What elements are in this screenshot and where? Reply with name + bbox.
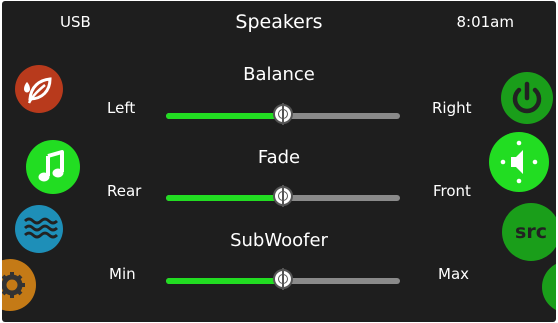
fade-title: Fade [257,147,301,168]
balance-right-label: Right [432,99,472,117]
balance-title: Balance [243,64,315,85]
balance-slider-fill [166,113,283,119]
fade-slider-thumb[interactable] [273,185,293,207]
subwoofer-slider[interactable] [166,268,400,290]
balance-left-label: Left [107,99,136,117]
speakers-screen: USB Speakers 8:01am src Balance Left Rig… [2,1,556,322]
clock: 8:01am [456,13,515,31]
fade-slider-fill [166,195,283,201]
subwoofer-title: SubWoofer [230,230,328,251]
balance-slider-thumb[interactable] [273,103,293,125]
fade-right-label: Front [433,182,471,200]
balance-slider[interactable] [166,103,400,125]
subwoofer-left-label: Min [109,265,136,283]
subwoofer-slider-fill [166,278,283,284]
extra-button[interactable] [542,261,556,313]
subwoofer-slider-thumb[interactable] [273,268,293,290]
subwoofer-right-label: Max [438,265,470,283]
settings-button[interactable] [2,259,36,311]
fade-slider[interactable] [166,185,400,207]
circle-icon [542,261,556,313]
gear-icon [2,272,25,298]
fade-left-label: Rear [107,182,142,200]
top-bar: USB Speakers 8:01am [2,1,556,47]
